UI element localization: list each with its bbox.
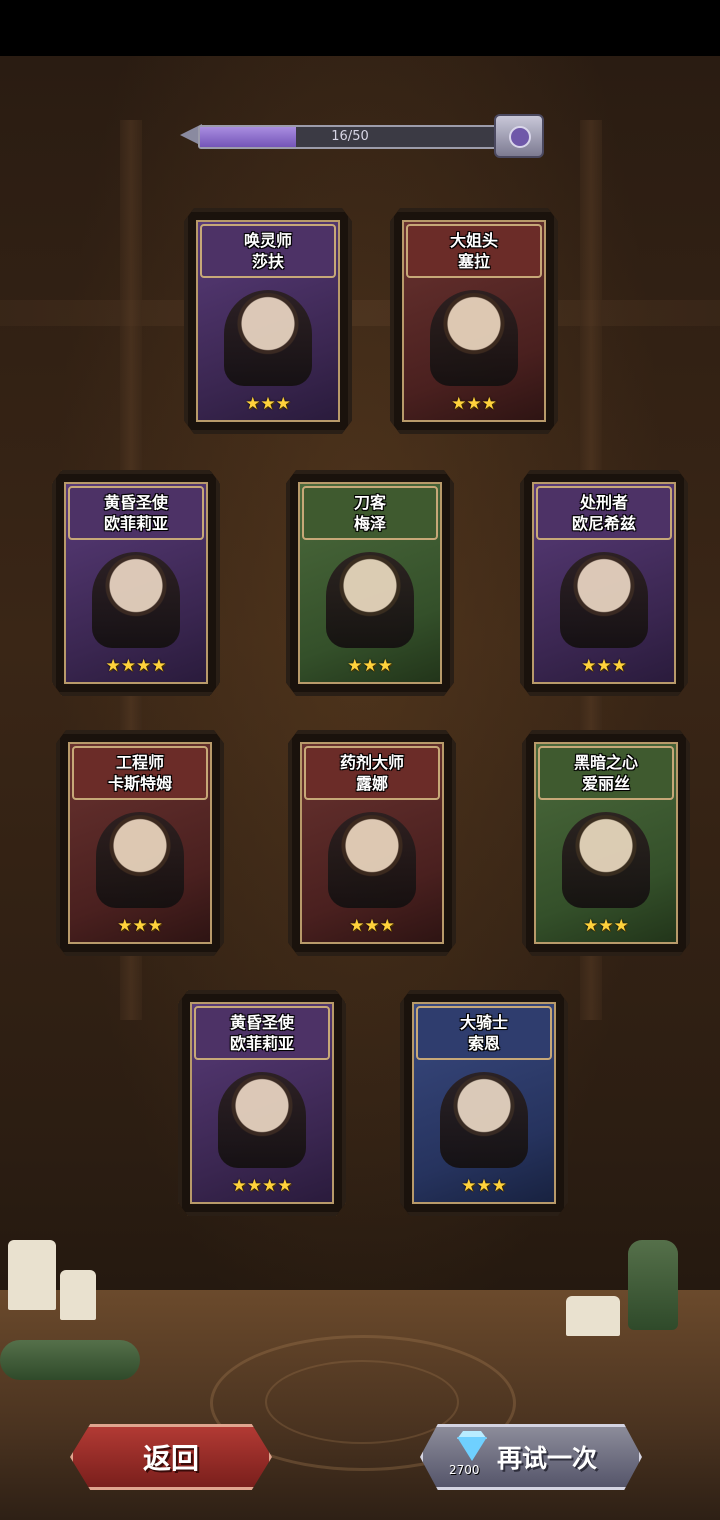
card-banner: 唤灵师 莎扶 [200, 224, 336, 278]
hero-title: 工程师 [115, 753, 164, 772]
hero-title: 大姐头 [449, 231, 498, 250]
hero-portrait [92, 552, 180, 648]
hero-name: 塞拉 [457, 252, 490, 271]
star-rating: ★★★ [451, 394, 497, 414]
star-rating: ★★★ [583, 916, 629, 936]
hero-card[interactable]: 黑暗之心 爱丽丝 ★★★ [522, 730, 690, 956]
star-rating: ★★★ [461, 1176, 507, 1196]
hero-title: 黑暗之心 [573, 753, 638, 772]
hero-card[interactable]: 黄昏圣使 欧菲莉亚 ★★★★ [52, 470, 220, 696]
hero-card[interactable]: 黄昏圣使 欧菲莉亚 ★★★★ [178, 990, 346, 1216]
hero-name: 欧菲莉亚 [103, 514, 168, 533]
hero-card[interactable]: 药剂大师 露娜 ★★★ [288, 730, 456, 956]
back-button[interactable]: 返回 [70, 1424, 272, 1490]
hero-name: 卡斯特姆 [107, 774, 172, 793]
retry-cost: 2700 [449, 1463, 480, 1477]
card-banner: 处刑者 欧尼希兹 [536, 486, 672, 540]
star-rating: ★★★ [347, 656, 393, 676]
progress-text: 16/50 [331, 129, 369, 144]
hero-portrait [560, 552, 648, 648]
hero-portrait [96, 812, 184, 908]
hero-portrait [562, 812, 650, 908]
star-rating: ★★★ [245, 394, 291, 414]
star-rating: ★★★ [349, 916, 395, 936]
hero-name: 索恩 [467, 1034, 500, 1053]
bottle-decoration [628, 1240, 678, 1330]
hero-name: 欧菲莉亚 [229, 1034, 294, 1053]
card-banner: 大姐头 塞拉 [406, 224, 542, 278]
card-banner: 黄昏圣使 欧菲莉亚 [68, 486, 204, 540]
hero-name: 爱丽丝 [581, 774, 630, 793]
card-banner: 工程师 卡斯特姆 [72, 746, 208, 800]
card-banner: 黑暗之心 爱丽丝 [538, 746, 674, 800]
star-rating: ★★★★ [105, 656, 167, 676]
retry-summon-button[interactable]: 2700 再试一次 [420, 1424, 642, 1490]
hero-title: 刀客 [353, 493, 386, 512]
card-banner: 黄昏圣使 欧菲莉亚 [194, 1006, 330, 1060]
summon-progress-bar: 16/50 [180, 114, 544, 158]
candle-decoration [566, 1296, 620, 1336]
hero-card[interactable]: 刀客 梅泽 ★★★ [286, 470, 454, 696]
table-rune-circle-inner [265, 1360, 459, 1444]
progress-track: 16/50 [198, 125, 502, 149]
hero-title: 唤灵师 [243, 231, 292, 250]
hero-portrait [440, 1072, 528, 1168]
hero-card[interactable]: 大姐头 塞拉 ★★★ [390, 208, 558, 434]
hero-title: 黄昏圣使 [103, 493, 168, 512]
hero-name: 欧尼希兹 [571, 514, 636, 533]
lock-icon [509, 126, 531, 148]
hero-portrait [326, 552, 414, 648]
hero-portrait [218, 1072, 306, 1168]
hero-title: 处刑者 [579, 493, 628, 512]
background-beam [0, 300, 720, 326]
candle-decoration [8, 1240, 56, 1310]
diamond-icon-body [457, 1437, 487, 1461]
hero-card[interactable]: 大骑士 索恩 ★★★ [400, 990, 568, 1216]
star-rating: ★★★★ [231, 1176, 293, 1196]
star-rating: ★★★ [117, 916, 163, 936]
bottle-decoration [0, 1340, 140, 1380]
hero-card[interactable]: 处刑者 欧尼希兹 ★★★ [520, 470, 688, 696]
hero-portrait [430, 290, 518, 386]
hero-portrait [328, 812, 416, 908]
card-banner: 药剂大师 露娜 [304, 746, 440, 800]
status-bar [0, 0, 720, 56]
hero-card[interactable]: 工程师 卡斯特姆 ★★★ [56, 730, 224, 956]
hero-title: 黄昏圣使 [229, 1013, 294, 1032]
hero-title: 大骑士 [459, 1013, 508, 1032]
hero-portrait [224, 290, 312, 386]
hero-title: 药剂大师 [339, 753, 404, 772]
reward-chest-icon[interactable] [494, 114, 544, 158]
star-rating: ★★★ [581, 656, 627, 676]
card-banner: 刀客 梅泽 [302, 486, 438, 540]
hero-name: 露娜 [355, 774, 388, 793]
candle-decoration [60, 1270, 96, 1320]
back-button-label: 返回 [142, 1442, 199, 1475]
hero-card[interactable]: 唤灵师 莎扶 ★★★ [184, 208, 352, 434]
hero-name: 莎扶 [251, 252, 284, 271]
hero-name: 梅泽 [353, 514, 386, 533]
card-banner: 大骑士 索恩 [416, 1006, 552, 1060]
retry-button-label: 再试一次 [497, 1444, 598, 1473]
